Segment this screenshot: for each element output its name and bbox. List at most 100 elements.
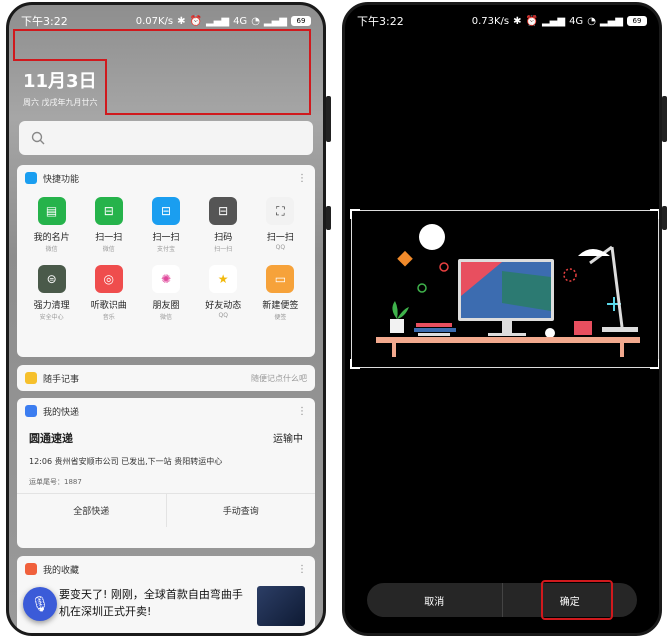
favorite-thumbnail: [257, 586, 305, 626]
star-icon: [25, 563, 37, 575]
crop-area[interactable]: [350, 209, 659, 369]
network-speed: 0.73K/s: [471, 15, 510, 27]
quick-function-label: 强力清理: [33, 301, 70, 311]
shipping-status: 运输中: [273, 434, 303, 445]
favorites-card: 我的收藏 ⋮ 要变天了! 刚刚，全球首款自由弯曲手 机在深圳正式开卖!: [17, 556, 315, 633]
more-icon[interactable]: ⋮: [297, 406, 307, 417]
date-main: 11月3日: [23, 71, 97, 92]
quick-functions-card: 快捷功能 ⋮ ▤ 我的名片 微信 ⊟ 扫一扫 微信 ⊟ 扫一扫 支付宝 ⊟ 扫码 扫一扫 ⛶ 扫一扫 QQ ⊜…: [17, 165, 315, 357]
network-type: 4G: [233, 15, 248, 27]
quick-function-item[interactable]: ★ 好友动态 QQ: [195, 265, 252, 321]
favorite-item[interactable]: 要变天了! 刚刚，全球首款自由弯曲手 机在深圳正式开卖!: [17, 582, 315, 633]
quick-function-source: 微信: [159, 314, 172, 321]
quick-function-item[interactable]: ◎ 听歌识曲音乐: [80, 265, 137, 321]
signal-icon-2: ▂▄▆: [263, 15, 287, 27]
tracking-detail: 12:06 贵州省安顺市公司 已发出,下一站 贵阳转运中心: [29, 457, 223, 466]
more-icon[interactable]: ⋮: [297, 564, 307, 575]
search-icon: [31, 131, 45, 145]
wallpaper-illustration: [376, 224, 640, 357]
quick-function-item[interactable]: ▤ 我的名片微信: [23, 197, 80, 253]
memo-hint: 随便记点什么吧: [251, 373, 307, 383]
courier-name: 圆通速递: [29, 432, 73, 445]
quick-function-source: 微信: [45, 246, 58, 253]
voice-assistant-button[interactable]: 🎙: [23, 587, 57, 621]
quick-function-item[interactable]: ⊟ 扫码扫一扫: [195, 197, 252, 253]
lunar-date: 周六 戊戌年九月廿六: [23, 98, 98, 107]
scan-icon: ⊟: [209, 197, 238, 225]
quick-function-label: 我的名片: [33, 233, 70, 243]
power-button: [662, 206, 667, 230]
quick-function-source: 微信: [102, 246, 115, 253]
tracking-info[interactable]: 圆通速递 运输中 12:06 贵州省安顺市公司 已发出,下一站 贵阳转运中心 运…: [17, 424, 315, 493]
quick-functions-grid: ▤ 我的名片 微信 ⊟ 扫一扫 微信 ⊟ 扫一扫 支付宝 ⊟ 扫码 扫一扫 ⛶ 扫一扫 QQ ⊜ 强力清理 安全中…: [17, 191, 315, 321]
quick-function-item[interactable]: ⊟ 扫一扫支付宝: [137, 197, 194, 253]
all-express-button[interactable]: 全部快递: [17, 494, 167, 527]
quick-function-label: 扫一扫: [152, 233, 180, 243]
quick-function-source: 便签: [274, 314, 287, 321]
quick-function-item[interactable]: ✺ 朋友圈微信: [137, 265, 194, 321]
card-icon: ▤: [37, 197, 66, 225]
music-recognition-icon: ◎: [94, 265, 123, 293]
quick-function-label: 扫码: [214, 233, 233, 243]
battery-icon: 69: [627, 16, 647, 26]
quick-functions-icon: [25, 172, 37, 184]
quick-function-source: 安全中心: [39, 314, 64, 321]
status-time: 下午3:22: [357, 15, 404, 28]
quick-function-item[interactable]: ⊟ 扫一扫微信: [80, 197, 137, 253]
quick-function-label: 听歌识曲: [90, 301, 127, 311]
cancel-button[interactable]: 取消: [367, 583, 503, 617]
more-icon[interactable]: ⋮: [297, 173, 307, 184]
scan-icon: ⊟: [94, 197, 123, 225]
quick-function-source: 音乐: [102, 314, 115, 321]
bluetooth-icon: ✱: [513, 15, 522, 27]
star-icon: ★: [209, 265, 238, 293]
date-widget[interactable]: 11月3日 周六 戊戌年九月廿六: [23, 67, 98, 108]
search-bar[interactable]: [19, 121, 313, 155]
highlight-box-left-edge: [13, 59, 107, 61]
quick-functions-title: 快捷功能: [43, 174, 80, 185]
alarm-icon: ⏰: [189, 15, 202, 27]
quick-function-label: 扫一扫: [95, 233, 123, 243]
quick-function-label: 扫一扫: [266, 233, 294, 243]
quick-function-source: 扫一扫: [214, 246, 233, 253]
quick-function-item[interactable]: ▭ 新建便签 便签: [252, 265, 309, 321]
memo-title: 随手记事: [43, 374, 80, 385]
left-phone: 下午3:22 0.07K/s ✱ ⏰ ▂▄▆ 4G ◔ ▂▄▆ 69 11月3日…: [6, 2, 326, 636]
package-icon: [25, 405, 37, 417]
network-speed: 0.07K/s: [135, 15, 174, 27]
wifi-icon: ◔: [251, 15, 260, 27]
highlight-box: [13, 29, 311, 61]
manual-query-button[interactable]: 手动查询: [167, 494, 316, 527]
express-title: 我的快递: [43, 407, 80, 418]
cleaner-icon: ⊜: [37, 265, 66, 293]
express-card: 我的快递 ⋮ 圆通速递 运输中 12:06 贵州省安顺市公司 已发出,下一站 贵…: [17, 398, 315, 548]
crop-handle-top-left[interactable]: [350, 209, 360, 219]
crop-handle-bottom-right[interactable]: [650, 359, 659, 369]
pen-icon: [25, 372, 37, 384]
memo-card[interactable]: 随手记事 随便记点什么吧: [17, 365, 315, 391]
network-type: 4G: [569, 15, 584, 27]
volume-button: [662, 96, 667, 142]
volume-button: [326, 96, 331, 142]
moments-icon: ✺: [151, 265, 180, 293]
status-bar: 下午3:22 0.07K/s ✱ ⏰ ▂▄▆ 4G ◔ ▂▄▆ 69: [21, 13, 311, 29]
quick-function-label: 朋友圈: [152, 301, 180, 311]
quick-function-source: QQ: [275, 244, 286, 251]
crop-handle-bottom-left[interactable]: [350, 359, 360, 369]
quick-function-item[interactable]: ⊜ 强力清理安全中心: [23, 265, 80, 321]
confirm-button[interactable]: 确定: [503, 583, 638, 617]
tracking-number: 运单尾号：1887: [29, 478, 82, 486]
quick-function-label: 好友动态: [205, 301, 242, 311]
scan-icon: ⊟: [151, 197, 180, 225]
favorites-title: 我的收藏: [43, 565, 80, 576]
signal-icon-2: ▂▄▆: [599, 15, 623, 27]
status-time: 下午3:22: [21, 15, 68, 28]
quick-function-source: QQ: [218, 312, 228, 319]
quick-function-label: 新建便签: [262, 301, 299, 311]
quick-function-item[interactable]: ⛶ 扫一扫 QQ: [252, 197, 309, 253]
right-phone: 下午3:22 0.73K/s ✱ ⏰ ▂▄▆ 4G ◔ ▂▄▆ 69 取消 确定: [342, 2, 662, 636]
crop-handle-top-right[interactable]: [650, 209, 659, 219]
quick-function-source: 支付宝: [156, 246, 175, 253]
signal-icon: ▂▄▆: [205, 15, 230, 27]
bluetooth-icon: ✱: [177, 15, 186, 27]
